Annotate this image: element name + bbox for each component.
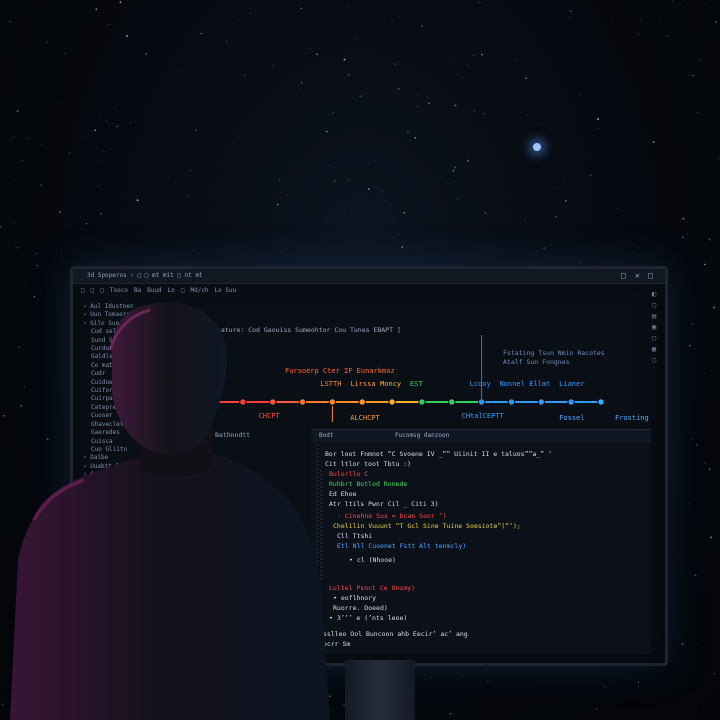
person-silhouette [10,302,330,720]
